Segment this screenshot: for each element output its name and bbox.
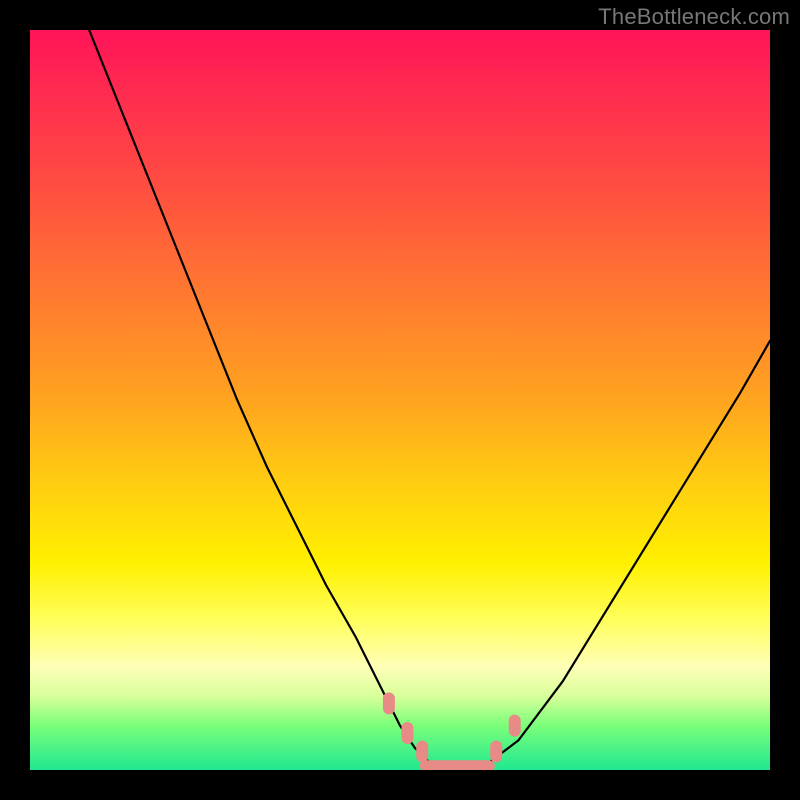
highlighted-points <box>383 692 521 762</box>
plot-area <box>30 30 770 770</box>
marker-point <box>416 741 428 763</box>
marker-point <box>509 715 521 737</box>
marker-point <box>490 741 502 763</box>
marker-point <box>401 722 413 744</box>
chart-frame: TheBottleneck.com <box>0 0 800 800</box>
marker-point <box>383 692 395 714</box>
bottleneck-curve <box>89 30 770 770</box>
curve-layer <box>30 30 770 770</box>
watermark-text: TheBottleneck.com <box>598 4 790 30</box>
